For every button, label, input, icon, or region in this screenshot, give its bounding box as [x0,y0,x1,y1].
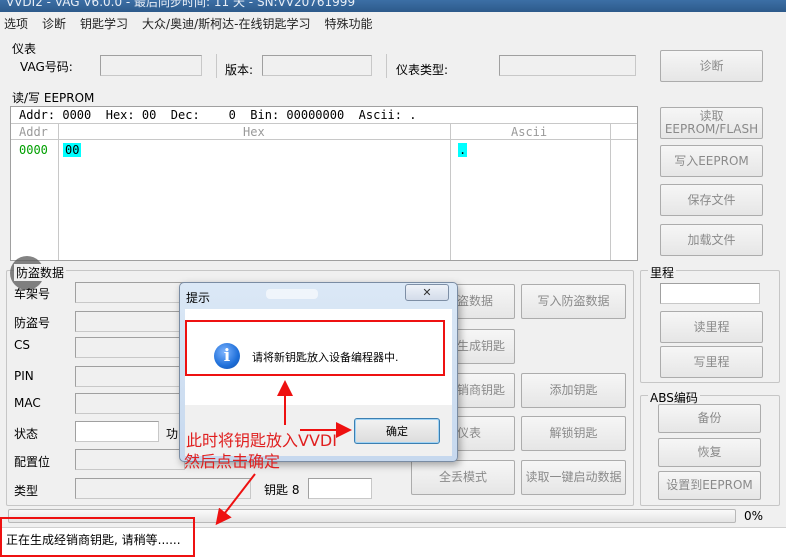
annotation-arrows [215,380,352,526]
arrow-down [215,473,256,526]
annotation-line1: 此时将钥匙放入VVDI [186,431,337,450]
annotation-line2: 然后点击确定 [184,452,281,471]
